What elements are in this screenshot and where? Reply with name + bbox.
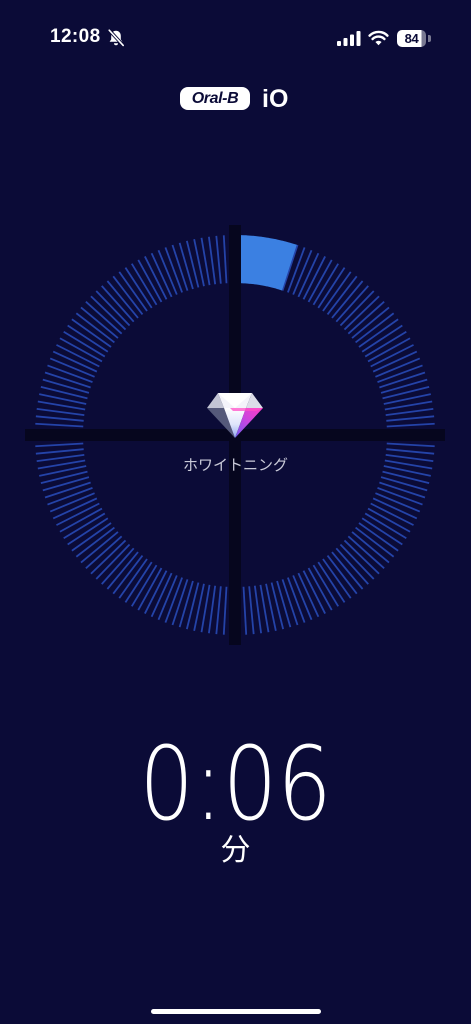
ring-tick <box>71 318 112 348</box>
ring-tick <box>85 535 123 569</box>
ring-tick <box>80 306 119 339</box>
model-name: iO <box>262 85 289 113</box>
ring-tick <box>343 539 380 575</box>
timer-unit: 分 <box>220 833 251 868</box>
ring-tick <box>339 290 375 327</box>
ring-tick <box>215 586 222 635</box>
ring-tick <box>44 481 91 499</box>
ring-tick <box>276 580 292 628</box>
ring-tick <box>178 242 194 290</box>
ring-tick <box>253 585 262 634</box>
ring-tick <box>347 535 385 569</box>
ring-tick <box>208 236 217 285</box>
ring-tick <box>35 448 84 455</box>
bell-slash-icon <box>107 29 125 47</box>
wifi-icon <box>368 30 389 46</box>
ring-tick <box>215 235 222 284</box>
ring-tick <box>386 448 435 455</box>
ring-tick <box>222 235 228 284</box>
ring-tick <box>355 526 395 558</box>
status-time: 12:08 <box>50 26 101 47</box>
ring-tick <box>343 295 380 331</box>
ring-tick <box>331 280 364 319</box>
ring-tick <box>106 551 139 590</box>
ring-tick <box>326 275 358 315</box>
ring-tick <box>35 442 84 448</box>
battery-icon: 84 <box>397 30 426 47</box>
ring-tick <box>379 481 426 499</box>
ring-tick <box>358 522 399 552</box>
ring-tick <box>90 295 127 331</box>
ring-tick <box>380 378 428 394</box>
brand-name: Oral-B <box>191 90 239 107</box>
ring-tick <box>35 415 84 422</box>
ring-tick <box>222 586 228 635</box>
ring-tick <box>322 558 352 599</box>
ring-tick <box>95 543 131 580</box>
ring-tick <box>112 555 144 595</box>
ring-tick <box>35 422 84 428</box>
ring-tick <box>178 580 194 628</box>
ring-tick <box>386 415 435 422</box>
ring-tick <box>101 285 135 323</box>
timer-value: 0:06 <box>139 725 332 844</box>
brushing-timer: 0:06 <box>0 733 471 837</box>
ring-tick <box>112 275 144 315</box>
ring-tick <box>351 306 390 339</box>
ring-tick <box>386 422 435 428</box>
ring-tick <box>385 408 434 417</box>
ring-tick <box>42 476 90 492</box>
ring-tick <box>171 244 189 291</box>
ring-tick <box>75 526 115 558</box>
brushing-mode-label: ホワイトニング <box>182 456 288 474</box>
ring-tick <box>71 522 112 552</box>
ring-tick <box>90 539 127 575</box>
ring-tick <box>335 285 369 323</box>
brushing-screen: 12:08 84 Oral-B iO ホワイトニング 0:06 分 <box>0 0 471 1024</box>
ring-tick <box>380 476 428 492</box>
ring-tick <box>44 371 91 389</box>
ring-tick <box>101 547 135 585</box>
ring-tick <box>95 290 131 327</box>
ring-tick <box>351 531 390 564</box>
battery-cap <box>428 35 431 42</box>
ring-tick <box>171 579 189 626</box>
cellular-signal-icon <box>337 31 361 46</box>
ring-tick <box>248 586 255 635</box>
zone-progress-arc <box>235 235 297 291</box>
ring-tick <box>80 531 119 564</box>
ring-tick <box>379 371 426 389</box>
ring-tick <box>118 558 148 599</box>
ring-tick <box>281 579 299 626</box>
ring-tick <box>36 408 85 417</box>
ring-tick <box>358 318 399 348</box>
ring-tick <box>208 585 217 634</box>
ring-tick <box>331 551 364 590</box>
ring-tick <box>106 280 139 319</box>
ring-tick <box>75 312 115 344</box>
ring-tick <box>335 547 369 585</box>
ring-tick <box>118 271 148 312</box>
diamond-icon <box>207 393 263 438</box>
zone-progress <box>235 235 297 291</box>
ring-tick <box>242 586 248 635</box>
brand-logo: Oral-B <box>180 87 250 110</box>
ring-tick <box>339 543 375 580</box>
home-indicator[interactable] <box>151 1009 321 1014</box>
ring-tick <box>355 312 395 344</box>
ring-tick <box>386 442 435 448</box>
ring-tick <box>326 555 358 595</box>
ring-tick <box>85 301 123 335</box>
battery-level: 84 <box>404 31 419 46</box>
ring-tick <box>322 271 352 312</box>
ring-tick <box>347 301 385 335</box>
ring-tick <box>42 378 90 394</box>
